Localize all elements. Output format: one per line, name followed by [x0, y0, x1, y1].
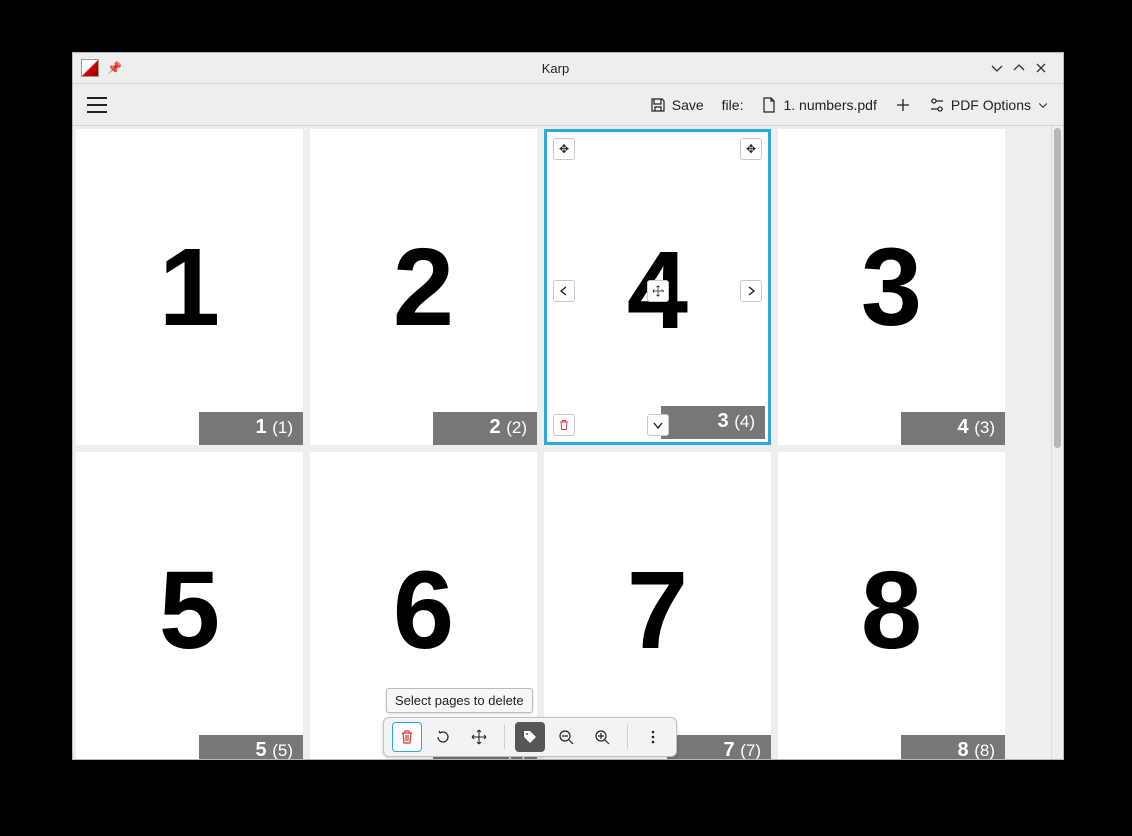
scrollbar-thumb[interactable]: [1054, 128, 1061, 448]
filename-label: 1. numbers.pdf: [783, 97, 876, 113]
page-thumbnail[interactable]: 7 7 (7): [544, 452, 771, 759]
move-left-handle[interactable]: [553, 280, 575, 302]
titlebar: 📌 Karp: [73, 53, 1063, 83]
separator: [627, 725, 628, 749]
pin-icon[interactable]: 📌: [107, 61, 122, 75]
page-index-label: 2 (2): [433, 412, 537, 445]
page-content-number: 6: [310, 547, 537, 674]
page-content-number: 3: [778, 224, 1005, 351]
scrollbar[interactable]: [1051, 126, 1063, 759]
maximize-button[interactable]: [1011, 60, 1033, 76]
corner-handle-tl[interactable]: ✥: [553, 138, 575, 160]
expand-handle[interactable]: [647, 414, 669, 436]
chevron-down-icon: [1037, 99, 1049, 111]
delete-mode-button[interactable]: [392, 722, 422, 752]
corner-handle-tr[interactable]: ✥: [740, 138, 762, 160]
page-index-label: 5 (5): [199, 735, 303, 759]
page-content-number: 8: [778, 547, 1005, 674]
page-thumbnail[interactable]: 5 5 (5): [76, 452, 303, 759]
more-vertical-icon: [645, 729, 661, 745]
add-file-button[interactable]: [891, 90, 915, 120]
floating-toolbar: [383, 717, 677, 757]
zoom-out-icon: [558, 729, 574, 745]
more-button[interactable]: [638, 722, 668, 752]
page-content-number: 2: [310, 224, 537, 351]
page-index-label: 8 (8): [901, 735, 1005, 759]
rotate-icon: [435, 729, 451, 745]
tag-icon: [522, 729, 538, 745]
save-label: Save: [672, 97, 704, 113]
page-index-label: 3 (4): [661, 406, 765, 439]
zoom-out-button[interactable]: [551, 722, 581, 752]
delete-page-handle[interactable]: [553, 414, 575, 436]
app-icon: [81, 59, 99, 77]
window-title: Karp: [122, 61, 989, 76]
zoom-in-button[interactable]: [587, 722, 617, 752]
pdf-options-label: PDF Options: [951, 97, 1031, 113]
main-toolbar: Save file: 1. numbers.pdf PDF Options: [73, 83, 1063, 125]
document-icon: [761, 97, 777, 113]
page-index-label: 1 (1): [199, 412, 303, 445]
hamburger-menu[interactable]: [83, 90, 111, 120]
save-icon: [650, 97, 666, 113]
file-label: file:: [718, 90, 748, 120]
page-index-label: 7 (7): [667, 735, 771, 759]
page-thumbnail[interactable]: 2 2 (2): [310, 129, 537, 445]
hamburger-icon: [87, 97, 107, 113]
page-content-number: 7: [544, 547, 771, 674]
zoom-in-icon: [594, 729, 610, 745]
content-area: 11 (1)22 (2)43 (4)✥✥34 (3)55 (5)66 (6)77…: [73, 125, 1063, 759]
rotate-button[interactable]: [428, 722, 458, 752]
page-thumbnail[interactable]: 43 (4)✥✥: [544, 129, 771, 445]
page-thumbnail[interactable]: 8 8 (8): [778, 452, 1005, 759]
tooltip: Select pages to delete: [386, 688, 533, 713]
page-index-label: 4 (3): [901, 412, 1005, 445]
close-button[interactable]: [1033, 60, 1055, 76]
file-selector[interactable]: 1. numbers.pdf: [757, 90, 880, 120]
app-window: 📌 Karp Save file: 1. numbers.pdf: [72, 52, 1064, 760]
plus-icon: [895, 97, 911, 113]
move-mode-button[interactable]: [464, 722, 494, 752]
save-button[interactable]: Save: [646, 90, 708, 120]
page-content-number: 1: [76, 224, 303, 351]
separator: [504, 725, 505, 749]
page-content-number: 5: [76, 547, 303, 674]
page-grid[interactable]: 11 (1)22 (2)43 (4)✥✥34 (3)55 (5)66 (6)77…: [73, 126, 1051, 759]
minimize-button[interactable]: [989, 60, 1011, 76]
page-thumbnail[interactable]: 1 1 (1): [76, 129, 303, 445]
page-thumbnail[interactable]: 3 4 (3): [778, 129, 1005, 445]
pdf-options-button[interactable]: PDF Options: [925, 90, 1053, 120]
label-button[interactable]: [515, 722, 545, 752]
drag-handle[interactable]: [647, 280, 669, 302]
move-right-handle[interactable]: [740, 280, 762, 302]
move-icon: [471, 729, 487, 745]
trash-icon: [399, 729, 415, 745]
options-icon: [929, 97, 945, 113]
